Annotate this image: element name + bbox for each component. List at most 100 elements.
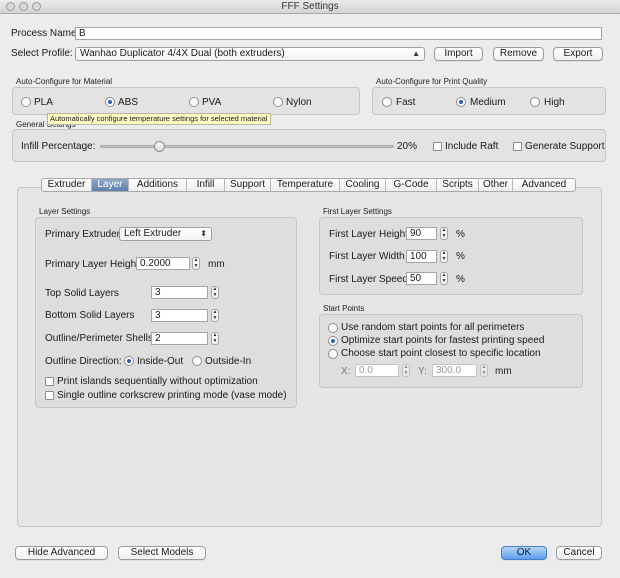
profile-select[interactable]: Wanhao Duplicator 4/4X Dual (both extrud…	[75, 47, 425, 61]
cancel-button[interactable]: Cancel	[556, 546, 602, 560]
stepper-arrows-icon[interactable]: ▲ ▼	[402, 364, 410, 377]
tab-cooling[interactable]: Cooling	[340, 179, 386, 191]
radio-outside-in-label: Outside-In	[205, 356, 252, 367]
first-layer-height-label: First Layer Height	[329, 229, 408, 240]
radio-medium-label: Medium	[470, 97, 506, 108]
top-solid-layers-label: Top Solid Layers	[45, 288, 119, 299]
radio-pla[interactable]	[21, 97, 31, 107]
stepper-arrows-icon[interactable]: ▲ ▼	[192, 257, 200, 270]
top-solid-layers-input[interactable]: 3	[151, 286, 208, 299]
stepper-arrows-icon[interactable]: ▲ ▼	[440, 272, 448, 285]
generate-support-label: Generate Support	[525, 141, 605, 152]
vase-mode-checkbox[interactable]	[45, 391, 54, 400]
first-layer-width-unit: %	[456, 251, 465, 262]
infill-value: 20%	[397, 141, 418, 152]
radio-pla-label: PLA	[34, 97, 53, 108]
stepper-arrows-icon[interactable]: ▲ ▼	[211, 309, 219, 322]
tab-other[interactable]: Other	[479, 179, 513, 191]
radio-closest-start-label: Choose start point closest to specific l…	[341, 348, 541, 359]
tab-extruder[interactable]: Extruder	[42, 179, 92, 191]
remove-button[interactable]: Remove	[493, 47, 544, 61]
stepper-arrows-icon[interactable]: ▲ ▼	[480, 364, 488, 377]
primary-layer-height-label: Primary Layer Height	[45, 259, 139, 270]
tab-scripts[interactable]: Scripts	[437, 179, 479, 191]
process-name-input[interactable]: B	[75, 27, 602, 40]
radio-high[interactable]	[530, 97, 540, 107]
radio-inside-out[interactable]	[124, 356, 134, 366]
close-window-icon[interactable]	[6, 2, 15, 11]
stepper-arrows-icon[interactable]: ▲ ▼	[211, 332, 219, 345]
radio-abs[interactable]	[105, 97, 115, 107]
first-layer-height-unit: %	[456, 229, 465, 240]
include-raft-checkbox[interactable]	[433, 142, 442, 151]
start-y-input[interactable]: 300.0	[432, 364, 477, 377]
profile-select-value: Wanhao Duplicator 4/4X Dual (both extrud…	[80, 48, 285, 59]
window-title: FFF Settings	[281, 1, 339, 12]
radio-optimize-start-label: Optimize start points for fastest printi…	[341, 335, 545, 346]
zoom-window-icon[interactable]	[32, 2, 41, 11]
infill-slider-track[interactable]	[100, 145, 394, 148]
infill-percentage-label: Infill Percentage:	[21, 141, 96, 152]
tab-additions[interactable]: Additions	[129, 179, 187, 191]
vase-mode-label: Single outline corkscrew printing mode (…	[57, 390, 287, 401]
start-x-input[interactable]: 0.0	[355, 364, 399, 377]
primary-layer-height-input[interactable]: 0.2000	[136, 257, 190, 270]
title-bar: FFF Settings	[0, 0, 620, 14]
generate-support-checkbox[interactable]	[513, 142, 522, 151]
primary-extruder-select[interactable]: Left Extruder ⬍	[119, 227, 212, 241]
first-layer-settings-title: First Layer Settings	[323, 207, 392, 216]
radio-medium[interactable]	[456, 97, 466, 107]
include-raft-label: Include Raft	[445, 141, 499, 152]
minimize-window-icon[interactable]	[19, 2, 28, 11]
print-islands-checkbox[interactable]	[45, 377, 54, 386]
select-profile-label: Select Profile:	[11, 48, 73, 59]
infill-slider-knob[interactable]	[153, 141, 165, 152]
print-islands-label: Print islands sequentially without optim…	[57, 376, 258, 387]
tab-layer[interactable]: Layer	[92, 179, 129, 191]
start-y-label: Y:	[418, 366, 427, 377]
tab-gcode[interactable]: G-Code	[386, 179, 437, 191]
outline-direction-label: Outline Direction:	[45, 356, 122, 367]
tab-bar: Extruder Layer Additions Infill Support …	[41, 178, 576, 192]
updown-arrows-icon: ▲	[412, 49, 420, 58]
radio-optimize-start[interactable]	[328, 336, 338, 346]
first-layer-speed-unit: %	[456, 274, 465, 285]
tab-support[interactable]: Support	[225, 179, 271, 191]
start-x-label: X:	[341, 366, 351, 377]
stepper-arrows-icon[interactable]: ▲ ▼	[440, 250, 448, 263]
radio-fast-label: Fast	[396, 97, 416, 108]
radio-fast[interactable]	[382, 97, 392, 107]
tab-advanced[interactable]: Advanced	[513, 179, 575, 191]
first-layer-speed-input[interactable]: 50	[406, 272, 437, 285]
radio-pva[interactable]	[189, 97, 199, 107]
outline-shells-input[interactable]: 2	[151, 332, 208, 345]
quality-group-title: Auto-Configure for Print Quality	[376, 77, 488, 86]
first-layer-width-input[interactable]: 100	[406, 250, 437, 263]
updown-arrows-icon: ⬍	[200, 229, 207, 238]
ok-button[interactable]: OK	[501, 546, 547, 560]
radio-outside-in[interactable]	[192, 356, 202, 366]
radio-closest-start[interactable]	[328, 349, 338, 359]
start-points-title: Start Points	[323, 304, 365, 313]
primary-extruder-label: Primary Extruder	[45, 229, 121, 240]
material-tooltip: Automatically configure temperature sett…	[47, 113, 271, 125]
outline-shells-label: Outline/Perimeter Shells	[45, 333, 153, 344]
primary-extruder-value: Left Extruder	[124, 228, 182, 239]
select-models-button[interactable]: Select Models	[118, 546, 206, 560]
tab-temperature[interactable]: Temperature	[271, 179, 340, 191]
hide-advanced-button[interactable]: Hide Advanced	[15, 546, 108, 560]
material-group-title: Auto-Configure for Material	[16, 77, 113, 86]
first-layer-width-label: First Layer Width	[329, 251, 405, 262]
first-layer-height-input[interactable]: 90	[406, 227, 437, 240]
layer-settings-title: Layer Settings	[39, 207, 91, 216]
bottom-solid-layers-input[interactable]: 3	[151, 309, 208, 322]
export-button[interactable]: Export	[553, 47, 603, 61]
stepper-arrows-icon[interactable]: ▲ ▼	[440, 227, 448, 240]
process-name-label: Process Name:	[11, 28, 80, 39]
radio-random-start[interactable]	[328, 323, 338, 333]
radio-nylon[interactable]	[273, 97, 283, 107]
stepper-arrows-icon[interactable]: ▲ ▼	[211, 286, 219, 299]
import-button[interactable]: Import	[434, 47, 483, 61]
radio-random-start-label: Use random start points for all perimete…	[341, 322, 525, 333]
tab-infill[interactable]: Infill	[187, 179, 225, 191]
